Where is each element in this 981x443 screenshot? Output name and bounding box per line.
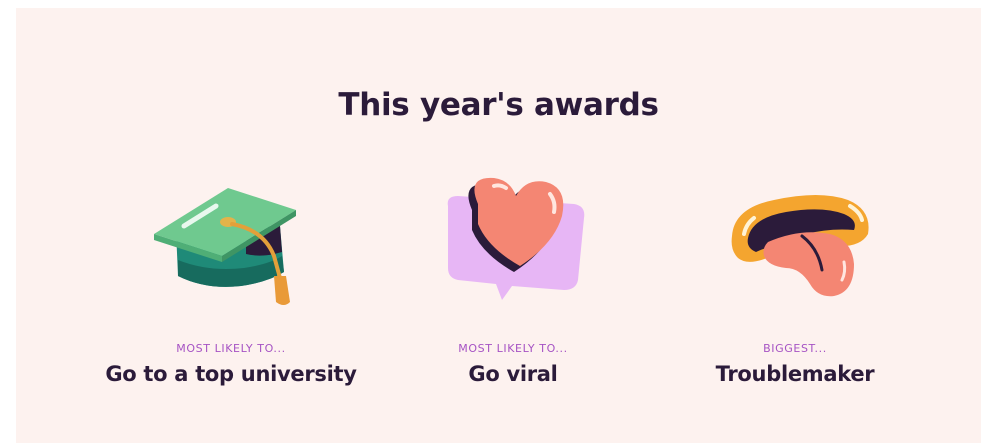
awards-section: This year's awards MOST LIKELY TO... Go … xyxy=(16,8,981,443)
award-kicker: BIGGEST... xyxy=(763,342,827,355)
heart-speech-bubble-icon xyxy=(447,177,585,300)
graduation-cap-icon xyxy=(154,188,296,305)
award-name: Troublemaker xyxy=(715,362,875,386)
award-card-top-university: MOST LIKELY TO... Go to a top university xyxy=(81,168,381,408)
section-title: This year's awards xyxy=(338,87,659,123)
award-card-go-viral: MOST LIKELY TO... Go viral xyxy=(363,168,663,408)
award-name: Go to a top university xyxy=(105,362,357,386)
tongue-out-mouth-icon xyxy=(731,195,869,297)
award-kicker: MOST LIKELY TO... xyxy=(458,342,568,355)
award-name: Go viral xyxy=(468,362,558,386)
award-kicker: MOST LIKELY TO... xyxy=(176,342,286,355)
award-card-troublemaker: BIGGEST... Troublemaker xyxy=(645,168,945,408)
